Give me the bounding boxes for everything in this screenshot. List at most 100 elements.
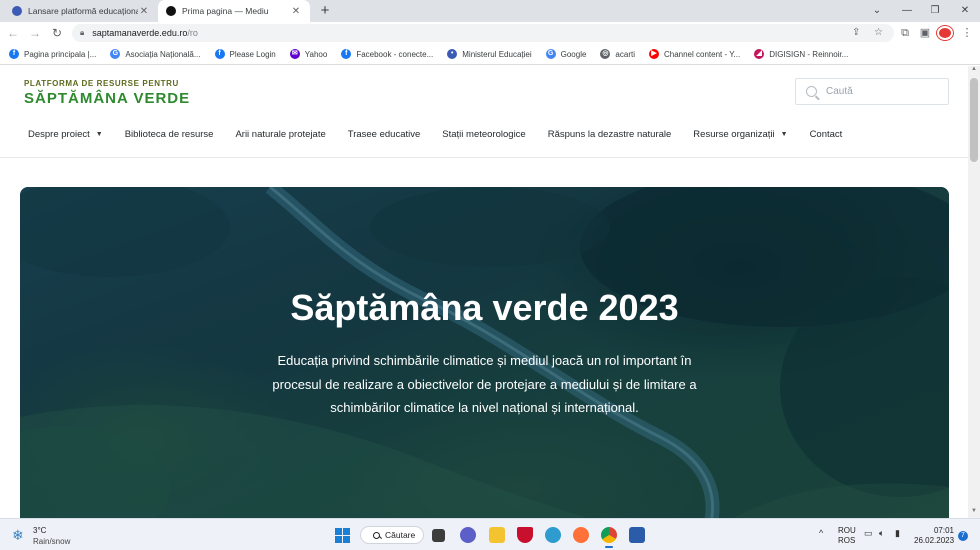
windows-taskbar: ❄ 3°C Rain/snow Căutare ^ ROU ROS ▭ 🔈︎ ▮… (0, 518, 980, 550)
system-clock[interactable]: 07:01 26.02.2023 (914, 526, 954, 546)
scroll-thumb[interactable] (970, 78, 978, 162)
facebook-icon: f (341, 49, 352, 59)
nav-item[interactable]: Stații meteorologice (431, 123, 536, 146)
ministry-icon: • (447, 49, 458, 59)
bookmark-label: acarti (615, 49, 635, 59)
nav-item-label: Contact (809, 129, 843, 140)
nav-item-label: Trasee educative (347, 129, 421, 140)
url-path: /ro (187, 28, 198, 38)
page-scrollbar[interactable]: ▲ ▼ (968, 66, 980, 518)
windows-start-icon[interactable] (335, 528, 350, 543)
browser-menu-icon[interactable]: ⋮ (959, 25, 975, 41)
chevron-down-icon: ▼ (95, 131, 103, 138)
forward-button[interactable]: → (26, 24, 44, 42)
tab-favicon-icon (166, 6, 176, 16)
nav-item[interactable]: Resurse organizații ▼ (682, 123, 798, 146)
search-icon (806, 86, 817, 97)
mcafee-icon[interactable] (517, 527, 533, 543)
tab-close-icon[interactable]: ✕ (290, 6, 302, 17)
language-code: ROU (838, 526, 856, 535)
clock-time: 07:01 (933, 526, 954, 535)
weather-temperature[interactable]: 3°C (33, 526, 46, 535)
bookmark-label: Ministerul Educației (462, 49, 532, 59)
nav-item[interactable]: Arii naturale protejate (224, 123, 336, 146)
bookmark-item[interactable]: f Please Login (214, 49, 276, 59)
tab-close-icon[interactable]: ✕ (138, 6, 150, 17)
weather-description[interactable]: Rain/snow (33, 537, 70, 546)
chevron-down-icon: ▼ (780, 131, 788, 138)
network-icon[interactable]: ▭ (864, 528, 873, 539)
bookmark-star-icon[interactable]: ☆ (874, 24, 883, 42)
site-logo-subtitle[interactable]: PLATFORMA DE RESURSE PENTRU (24, 79, 179, 88)
share-icon[interactable]: ⇪ (852, 24, 860, 42)
bookmark-label: Pagina principala |... (24, 49, 97, 59)
bookmark-item[interactable]: ▶ Channel content - Y... (648, 49, 740, 59)
main-navigation: Despre proiect ▼ Biblioteca de resurse Arii… (17, 123, 853, 146)
scroll-down-arrow-icon[interactable]: ▼ (968, 508, 980, 518)
input-language[interactable]: ROU ROS (838, 526, 856, 546)
volume-icon[interactable]: 🔈︎ (879, 528, 884, 539)
browser-tab[interactable]: Lansare platformă educațională S ✕ (4, 0, 158, 22)
notifications-badge[interactable]: 7 (958, 531, 968, 541)
nav-item-label: Arii naturale protejate (235, 129, 326, 140)
side-panel-icon[interactable]: ▣ (917, 25, 933, 41)
site-logo-title[interactable]: SĂPTĂMÂNA VERDE (24, 90, 190, 107)
chrome-icon[interactable] (601, 527, 617, 548)
nav-item[interactable]: Răspuns la dezastre naturale (537, 123, 683, 146)
bookmark-item[interactable]: ◢ DIGISIGN - Reinnoir... (754, 49, 848, 59)
bookmarks-bar: f Pagina principala |... G Asociația Națion… (0, 44, 980, 65)
profile-avatar[interactable] (937, 26, 953, 40)
restore-button[interactable]: ❐ (920, 0, 950, 22)
file-explorer-icon[interactable] (489, 527, 505, 543)
bookmark-item[interactable]: ✉ Yahoo (289, 49, 328, 59)
hero-banner: Săptămâna verde 2023 Educația privind sc… (20, 187, 949, 518)
tab-favicon-icon (12, 6, 22, 16)
url-host: saptamanaverde.edu.ro (92, 28, 188, 38)
facebook-icon: f (214, 49, 225, 59)
bookmark-item[interactable]: ◎ acarti (600, 49, 635, 59)
battery-icon[interactable]: ▮ (895, 528, 900, 539)
tab-title: Lansare platformă educațională S (28, 6, 138, 16)
weather-rain-snow-icon[interactable]: ❄ (12, 527, 24, 544)
taskbar-search[interactable]: Căutare (360, 526, 424, 544)
nav-item[interactable]: Biblioteca de resurse (114, 123, 225, 146)
bookmark-label: DIGISIGN - Reinnoir... (769, 49, 849, 59)
bookmark-item[interactable]: • Ministerul Educației (447, 49, 532, 59)
yahoo-mail-icon: ✉ (289, 49, 300, 59)
taskbar-search-label: Căutare (385, 530, 416, 540)
bookmark-item[interactable]: f Pagina principala |... (9, 49, 96, 59)
close-window-button[interactable]: ✕ (950, 0, 980, 22)
bookmark-item[interactable]: G Google (545, 49, 586, 59)
save-floppy-icon[interactable] (629, 527, 645, 543)
globe-icon: ◎ (600, 49, 611, 59)
task-view-icon[interactable] (432, 529, 445, 542)
nav-item-label: Despre proiect (28, 129, 90, 140)
search-input[interactable]: Caută (795, 78, 949, 105)
nav-item[interactable]: Trasee educative (337, 123, 432, 146)
lock-icon[interactable]: 🔒︎ (80, 28, 84, 38)
bookmark-item[interactable]: G Asociația Națională... (110, 49, 201, 59)
search-placeholder: Caută (826, 86, 853, 97)
scroll-up-arrow-icon[interactable]: ▲ (968, 66, 980, 76)
show-hidden-icons-chevron-icon[interactable]: ^ (819, 528, 823, 538)
bookmark-item[interactable]: f Facebook - conecte... (341, 49, 433, 59)
nav-item[interactable]: Contact (799, 123, 854, 146)
bookmark-label: Yahoo (304, 49, 328, 59)
address-bar[interactable]: 🔒︎ saptamanaverde.edu.ro/ro ⇪ ☆ (72, 24, 894, 42)
extensions-icon[interactable]: ⧉ (897, 25, 913, 41)
photos-icon[interactable] (545, 527, 561, 543)
browser-toolbar: ← → ↻ 🔒︎ saptamanaverde.edu.ro/ro ⇪ ☆ ⧉ … (0, 22, 980, 44)
nav-item-label: Stații meteorologice (442, 129, 526, 140)
nav-item[interactable]: Despre proiect ▼ (17, 123, 114, 146)
firefox-icon[interactable] (573, 527, 589, 543)
back-button[interactable]: ← (4, 24, 22, 42)
google-icon: G (545, 49, 556, 59)
google-icon: G (110, 49, 121, 59)
facebook-icon: f (9, 49, 19, 59)
tab-search-chevron-icon[interactable]: ⌄ (862, 0, 892, 22)
reload-button[interactable]: ↻ (48, 24, 66, 42)
browser-tab-active[interactable]: Prima pagina — Mediu ✕ (158, 0, 310, 22)
minimize-button[interactable]: — (892, 0, 922, 22)
teams-chat-icon[interactable] (460, 527, 476, 543)
new-tab-button[interactable]: + (316, 2, 334, 20)
